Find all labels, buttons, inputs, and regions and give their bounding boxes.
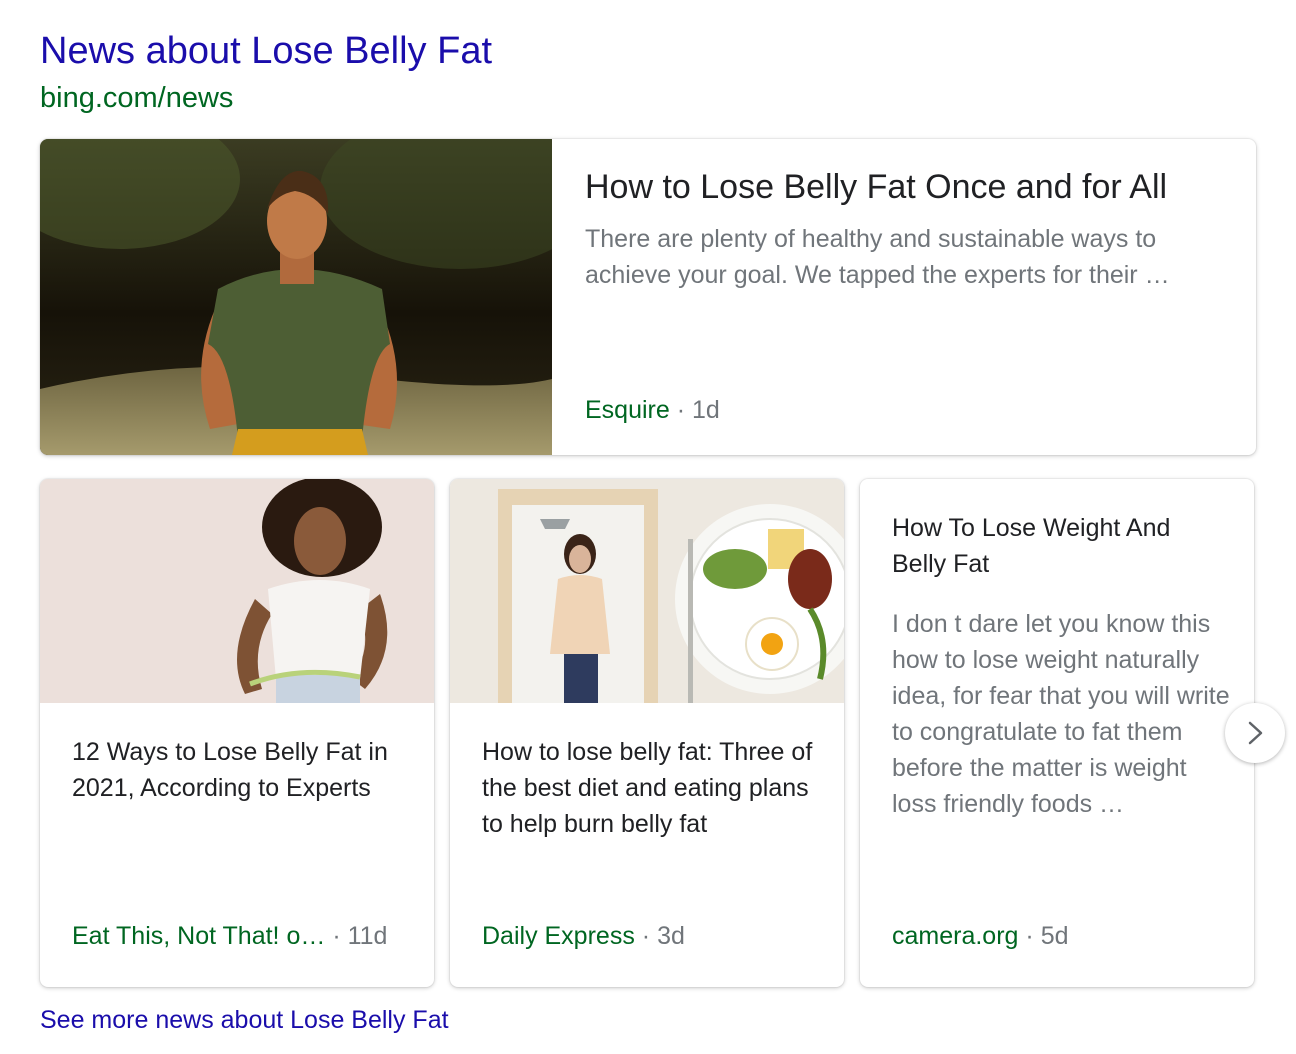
featured-news-card[interactable]: How to Lose Belly Fat Once and for All T…: [40, 139, 1256, 455]
featured-body: How to Lose Belly Fat Once and for All T…: [585, 167, 1225, 293]
news-card-headline[interactable]: 12 Ways to Lose Belly Fat in 2021, Accor…: [72, 734, 412, 806]
meta-separator: ·: [1025, 922, 1034, 950]
news-card-thumbnail[interactable]: [450, 479, 844, 703]
news-card[interactable]: How to lose belly fat: Three of the best…: [450, 479, 844, 987]
meta-separator: ·: [332, 922, 341, 950]
featured-age: 1d: [692, 396, 720, 424]
news-card-source: camera.org: [892, 922, 1019, 950]
featured-snippet: There are plenty of healthy and sustaina…: [585, 225, 1170, 289]
news-card-meta: Eat This, Not That! o… · 11d: [72, 918, 387, 954]
news-card-age: 11d: [347, 922, 388, 950]
featured-meta: Esquire · 1d: [585, 393, 720, 427]
news-card-headline[interactable]: How To Lose Weight And Belly Fat: [892, 510, 1222, 582]
featured-source: Esquire: [585, 396, 670, 424]
news-card-meta: Daily Express · 3d: [482, 918, 685, 954]
news-card-age: 5d: [1040, 922, 1069, 950]
meta-separator: ·: [676, 396, 686, 424]
news-card-source: Eat This, Not That! o…: [72, 922, 326, 950]
news-card-headline[interactable]: How to lose belly fat: Three of the best…: [482, 734, 822, 842]
news-card-snippet: I don t dare let you know this how to lo…: [892, 610, 1230, 818]
news-source-url[interactable]: bing.com/news: [40, 80, 233, 116]
meta-separator: ·: [641, 922, 651, 950]
news-section-title[interactable]: News about Lose Belly Fat: [40, 28, 492, 74]
woman-mirror-and-healthy-plate-image: [450, 479, 844, 703]
news-card-meta: camera.org · 5d: [892, 918, 1069, 954]
see-more-news-link[interactable]: See more news about Lose Belly Fat: [40, 1004, 449, 1036]
news-card-thumbnail[interactable]: [40, 479, 434, 703]
carousel-next-button[interactable]: [1225, 703, 1285, 763]
news-card-age: 3d: [657, 922, 685, 950]
chevron-right-icon: [1248, 721, 1263, 745]
news-card[interactable]: 12 Ways to Lose Belly Fat in 2021, Accor…: [40, 479, 434, 987]
news-card-source: Daily Express: [482, 922, 635, 950]
man-running-outdoors-image: [40, 139, 552, 455]
woman-measuring-waist-image: [40, 479, 434, 703]
news-card[interactable]: How To Lose Weight And Belly Fat I don t…: [860, 479, 1254, 987]
featured-thumbnail[interactable]: [40, 139, 552, 455]
featured-headline[interactable]: How to Lose Belly Fat Once and for All: [585, 167, 1225, 207]
